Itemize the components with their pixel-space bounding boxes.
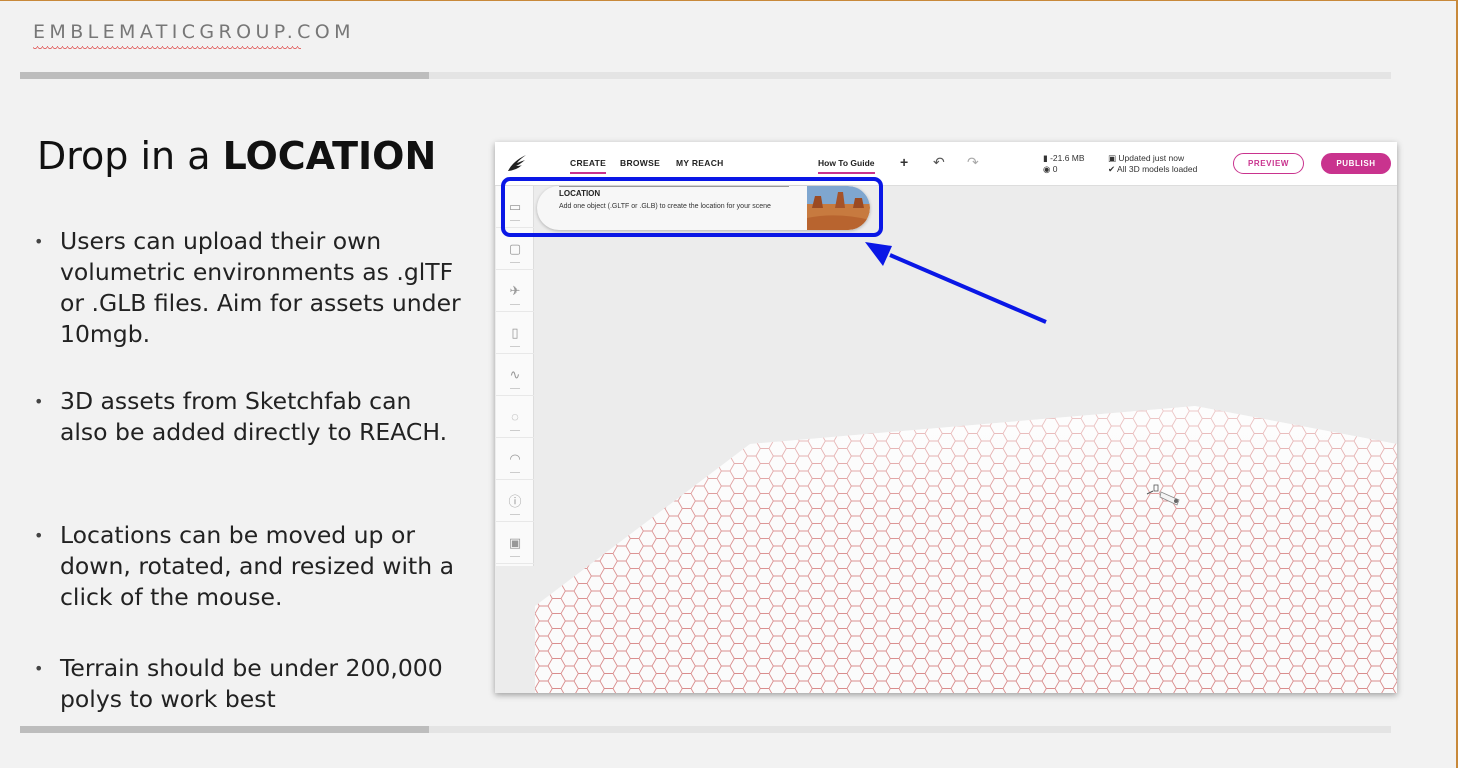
- app-screenshot: CREATE BROWSE MY REACH How To Guide + ↶ …: [495, 142, 1397, 693]
- arrow-annotation: [865, 242, 1047, 324]
- title-bold: LOCATION: [222, 134, 437, 178]
- bullet-item: Locations can be moved up or down, rotat…: [34, 520, 464, 613]
- bullet-item: Users can upload their own volumetric en…: [34, 226, 464, 350]
- slide-title: Drop in a LOCATION: [37, 134, 436, 178]
- spellcheck-underline: [33, 46, 301, 49]
- bullet-item: 3D assets from Sketchfab can also be add…: [34, 386, 464, 448]
- top-divider: [20, 72, 1391, 79]
- bottom-divider: [20, 726, 1391, 733]
- bullet-item: Terrain should be under 200,000 polys to…: [34, 653, 464, 715]
- brand-text: EMBLEMATICGROUP.COM: [33, 21, 355, 43]
- title-prefix: Drop in a: [37, 134, 223, 178]
